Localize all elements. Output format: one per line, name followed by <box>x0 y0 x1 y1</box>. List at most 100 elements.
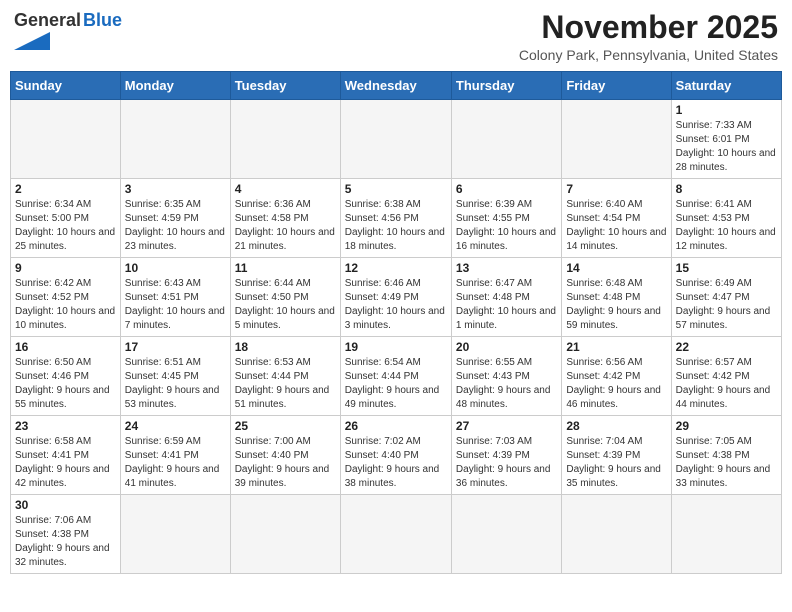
day-info: Sunrise: 6:36 AM Sunset: 4:58 PM Dayligh… <box>235 198 336 254</box>
day-number: 4 <box>235 182 336 196</box>
calendar-header-sunday: Sunday <box>11 72 121 100</box>
day-number: 29 <box>676 419 777 433</box>
calendar-cell: 5Sunrise: 6:38 AM Sunset: 4:56 PM Daylig… <box>340 179 451 258</box>
calendar-cell: 1Sunrise: 7:33 AM Sunset: 6:01 PM Daylig… <box>671 100 781 179</box>
logo-general: General <box>14 10 81 31</box>
day-number: 24 <box>125 419 226 433</box>
day-info: Sunrise: 6:53 AM Sunset: 4:44 PM Dayligh… <box>235 356 336 412</box>
day-info: Sunrise: 6:47 AM Sunset: 4:48 PM Dayligh… <box>456 277 557 333</box>
day-number: 11 <box>235 261 336 275</box>
calendar-cell <box>11 100 121 179</box>
calendar-cell: 11 Sunrise: 6:44 AM Sunset: 4:50 PM Dayli… <box>230 258 340 337</box>
day-info: Sunrise: 6:43 AM Sunset: 4:51 PM Dayligh… <box>125 277 226 333</box>
day-number: 2 <box>15 182 116 196</box>
calendar-cell: 15Sunrise: 6:49 AM Sunset: 4:47 PM Dayli… <box>671 258 781 337</box>
day-number: 18 <box>235 340 336 354</box>
calendar-header-wednesday: Wednesday <box>340 72 451 100</box>
month-title: November 2025 <box>519 10 778 45</box>
calendar-header-saturday: Saturday <box>671 72 781 100</box>
calendar-cell <box>671 495 781 574</box>
location-subtitle: Colony Park, Pennsylvania, United States <box>519 47 778 63</box>
day-info: Sunrise: 6:51 AM Sunset: 4:45 PM Dayligh… <box>125 356 226 412</box>
calendar-cell: 24 Sunrise: 6:59 AM Sunset: 4:41 PM Dayli… <box>120 416 230 495</box>
day-info: Sunrise: 6:48 AM Sunset: 4:48 PM Dayligh… <box>566 277 666 333</box>
calendar-cell <box>340 495 451 574</box>
calendar-cell <box>562 495 671 574</box>
day-info: Sunrise: 7:04 AM Sunset: 4:39 PM Dayligh… <box>566 435 666 491</box>
day-number: 10 <box>125 261 226 275</box>
calendar-cell: 26 Sunrise: 7:02 AM Sunset: 4:40 PM Dayli… <box>340 416 451 495</box>
calendar-cell <box>120 495 230 574</box>
calendar-header-friday: Friday <box>562 72 671 100</box>
day-info: Sunrise: 7:05 AM Sunset: 4:38 PM Dayligh… <box>676 435 777 491</box>
day-number: 20 <box>456 340 557 354</box>
calendar-cell: 8Sunrise: 6:41 AM Sunset: 4:53 PM Daylig… <box>671 179 781 258</box>
calendar-cell: 13Sunrise: 6:47 AM Sunset: 4:48 PM Dayli… <box>451 258 561 337</box>
calendar-cell <box>340 100 451 179</box>
day-number: 27 <box>456 419 557 433</box>
calendar-week-row: 2 Sunrise: 6:34 AM Sunset: 5:00 PM Daylig… <box>11 179 782 258</box>
day-number: 30 <box>15 498 116 512</box>
day-info: Sunrise: 6:42 AM Sunset: 4:52 PM Dayligh… <box>15 277 116 333</box>
calendar-cell: 19 Sunrise: 6:54 AM Sunset: 4:44 PM Dayli… <box>340 337 451 416</box>
calendar-cell: 23Sunrise: 6:58 AM Sunset: 4:41 PM Dayli… <box>11 416 121 495</box>
day-info: Sunrise: 7:03 AM Sunset: 4:39 PM Dayligh… <box>456 435 557 491</box>
day-info: Sunrise: 6:35 AM Sunset: 4:59 PM Dayligh… <box>125 198 226 254</box>
calendar-cell: 10 Sunrise: 6:43 AM Sunset: 4:51 PM Dayli… <box>120 258 230 337</box>
day-number: 9 <box>15 261 116 275</box>
day-number: 28 <box>566 419 666 433</box>
calendar-week-row: 9 Sunrise: 6:42 AM Sunset: 4:52 PM Daylig… <box>11 258 782 337</box>
calendar-cell: 14 Sunrise: 6:48 AM Sunset: 4:48 PM Dayli… <box>562 258 671 337</box>
day-info: Sunrise: 6:44 AM Sunset: 4:50 PM Dayligh… <box>235 277 336 333</box>
day-number: 3 <box>125 182 226 196</box>
calendar-week-row: 16 Sunrise: 6:50 AM Sunset: 4:46 PM Dayli… <box>11 337 782 416</box>
day-info: Sunrise: 6:57 AM Sunset: 4:42 PM Dayligh… <box>676 356 777 412</box>
calendar-cell <box>562 100 671 179</box>
day-number: 1 <box>676 103 777 117</box>
day-number: 16 <box>15 340 116 354</box>
day-info: Sunrise: 6:38 AM Sunset: 4:56 PM Dayligh… <box>345 198 447 254</box>
calendar-week-row: 23Sunrise: 6:58 AM Sunset: 4:41 PM Dayli… <box>11 416 782 495</box>
day-number: 26 <box>345 419 447 433</box>
calendar-header-tuesday: Tuesday <box>230 72 340 100</box>
title-section: November 2025 Colony Park, Pennsylvania,… <box>519 10 778 63</box>
day-number: 21 <box>566 340 666 354</box>
day-info: Sunrise: 6:59 AM Sunset: 4:41 PM Dayligh… <box>125 435 226 491</box>
logo-triangle-icon <box>14 32 50 50</box>
day-info: Sunrise: 6:54 AM Sunset: 4:44 PM Dayligh… <box>345 356 447 412</box>
day-info: Sunrise: 7:02 AM Sunset: 4:40 PM Dayligh… <box>345 435 447 491</box>
day-info: Sunrise: 7:06 AM Sunset: 4:38 PM Dayligh… <box>15 514 116 570</box>
day-number: 14 <box>566 261 666 275</box>
day-info: Sunrise: 6:34 AM Sunset: 5:00 PM Dayligh… <box>15 198 116 254</box>
calendar-cell <box>120 100 230 179</box>
calendar-cell: 2 Sunrise: 6:34 AM Sunset: 5:00 PM Daylig… <box>11 179 121 258</box>
calendar-table: SundayMondayTuesdayWednesdayThursdayFrid… <box>10 71 782 574</box>
calendar-cell: 3 Sunrise: 6:35 AM Sunset: 4:59 PM Daylig… <box>120 179 230 258</box>
day-number: 19 <box>345 340 447 354</box>
logo-text-block: General Blue <box>14 10 122 50</box>
calendar-header-row: SundayMondayTuesdayWednesdayThursdayFrid… <box>11 72 782 100</box>
day-number: 12 <box>345 261 447 275</box>
day-info: Sunrise: 6:55 AM Sunset: 4:43 PM Dayligh… <box>456 356 557 412</box>
logo: General Blue <box>14 10 122 50</box>
logo-blue: Blue <box>83 10 122 31</box>
calendar-week-row: 30 Sunrise: 7:06 AM Sunset: 4:38 PM Dayli… <box>11 495 782 574</box>
calendar-cell: 22Sunrise: 6:57 AM Sunset: 4:42 PM Dayli… <box>671 337 781 416</box>
day-info: Sunrise: 7:00 AM Sunset: 4:40 PM Dayligh… <box>235 435 336 491</box>
calendar-cell: 21 Sunrise: 6:56 AM Sunset: 4:42 PM Dayli… <box>562 337 671 416</box>
day-number: 23 <box>15 419 116 433</box>
calendar-cell: 6Sunrise: 6:39 AM Sunset: 4:55 PM Daylig… <box>451 179 561 258</box>
day-info: Sunrise: 6:40 AM Sunset: 4:54 PM Dayligh… <box>566 198 666 254</box>
day-info: Sunrise: 6:49 AM Sunset: 4:47 PM Dayligh… <box>676 277 777 333</box>
calendar-cell <box>451 100 561 179</box>
calendar-cell: 7 Sunrise: 6:40 AM Sunset: 4:54 PM Daylig… <box>562 179 671 258</box>
calendar-cell: 4 Sunrise: 6:36 AM Sunset: 4:58 PM Daylig… <box>230 179 340 258</box>
calendar-cell: 25Sunrise: 7:00 AM Sunset: 4:40 PM Dayli… <box>230 416 340 495</box>
calendar-cell <box>451 495 561 574</box>
day-info: Sunrise: 6:50 AM Sunset: 4:46 PM Dayligh… <box>15 356 116 412</box>
calendar-cell: 20 Sunrise: 6:55 AM Sunset: 4:43 PM Dayli… <box>451 337 561 416</box>
calendar-cell: 28 Sunrise: 7:04 AM Sunset: 4:39 PM Dayli… <box>562 416 671 495</box>
day-info: Sunrise: 6:56 AM Sunset: 4:42 PM Dayligh… <box>566 356 666 412</box>
calendar-cell: 30 Sunrise: 7:06 AM Sunset: 4:38 PM Dayli… <box>11 495 121 574</box>
day-number: 7 <box>566 182 666 196</box>
